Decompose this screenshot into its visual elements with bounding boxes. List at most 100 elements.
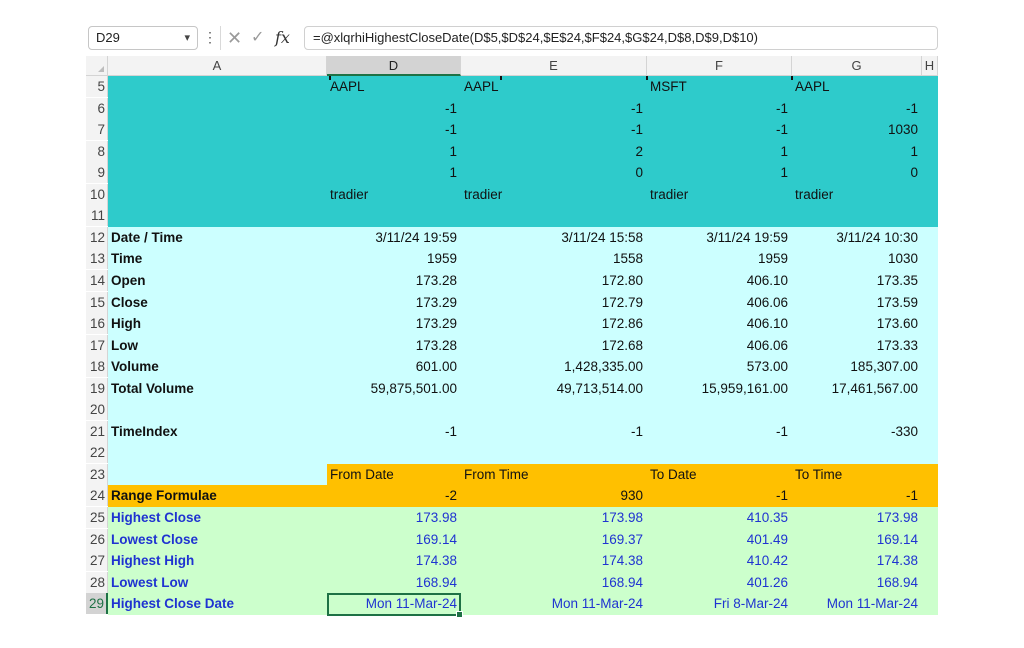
- column-header-g[interactable]: G: [792, 56, 922, 76]
- cell-a10[interactable]: [108, 184, 327, 206]
- row-header-20[interactable]: 20: [86, 399, 108, 421]
- row-header-12[interactable]: 12: [86, 226, 108, 248]
- cell-f14[interactable]: 406.10: [647, 270, 792, 292]
- cell-f26[interactable]: 401.49: [647, 529, 792, 551]
- cell-a8[interactable]: [108, 141, 327, 163]
- cell-g15[interactable]: 173.59: [792, 292, 922, 314]
- cell-a18[interactable]: Volume: [108, 356, 327, 378]
- cell-e9[interactable]: 0: [461, 162, 647, 184]
- cell-e13[interactable]: 1558: [461, 248, 647, 270]
- cell-d27[interactable]: 174.38: [327, 550, 461, 572]
- row-header-25[interactable]: 25: [86, 507, 108, 528]
- row-header-7[interactable]: 7: [86, 119, 108, 141]
- cell-d9[interactable]: 1: [327, 162, 461, 184]
- row-header-9[interactable]: 9: [86, 162, 108, 184]
- row-header-19[interactable]: 19: [86, 377, 108, 399]
- cell-d23[interactable]: From Date: [327, 464, 461, 486]
- cell-d17[interactable]: 173.28: [327, 335, 461, 357]
- cell-f12[interactable]: 3/11/24 19:59: [647, 227, 792, 249]
- cell-f7[interactable]: -1: [647, 119, 792, 141]
- cell-a27[interactable]: Highest High: [108, 550, 327, 572]
- cell-f28[interactable]: 401.26: [647, 572, 792, 594]
- cell-g25[interactable]: 173.98: [792, 507, 922, 529]
- cell-a16[interactable]: High: [108, 313, 327, 335]
- cell-e12[interactable]: 3/11/24 15:58: [461, 227, 647, 249]
- active-cell-selection[interactable]: [327, 593, 463, 618]
- row-header-10[interactable]: 10: [86, 183, 108, 205]
- row-header-21[interactable]: 21: [86, 420, 108, 442]
- cell-d26[interactable]: 169.14: [327, 529, 461, 551]
- cell-f9[interactable]: 1: [647, 162, 792, 184]
- column-header-h[interactable]: H: [922, 56, 938, 76]
- cell-e18[interactable]: 1,428,335.00: [461, 356, 647, 378]
- cell-f27[interactable]: 410.42: [647, 550, 792, 572]
- cell-e16[interactable]: 172.86: [461, 313, 647, 335]
- cell-d15[interactable]: 173.29: [327, 292, 461, 314]
- cell-f10[interactable]: tradier: [647, 184, 792, 206]
- cell-a21[interactable]: TimeIndex: [108, 421, 327, 443]
- cell-e15[interactable]: 172.79: [461, 292, 647, 314]
- row-header-26[interactable]: 26: [86, 528, 108, 550]
- row-header-18[interactable]: 18: [86, 356, 108, 378]
- cell-e23[interactable]: From Time: [461, 464, 647, 486]
- worksheet-grid[interactable]: A D E F G H 5 AAPL AAPL MSFT AAPL 6 -1 -1 -1 -1 7 -1 -1 -1 1…: [86, 56, 938, 628]
- cell-d5[interactable]: AAPL: [327, 76, 461, 98]
- row-header-5[interactable]: 5: [86, 76, 108, 97]
- cell-g9[interactable]: 0: [792, 162, 922, 184]
- cell-f15[interactable]: 406.06: [647, 292, 792, 314]
- cell-e24[interactable]: 930: [461, 485, 647, 507]
- cell-f21[interactable]: -1: [647, 421, 792, 443]
- cell-d14[interactable]: 173.28: [327, 270, 461, 292]
- cell-d25[interactable]: 173.98: [327, 507, 461, 529]
- cell-g19[interactable]: 17,461,567.00: [792, 378, 922, 400]
- cell-g24[interactable]: -1: [792, 485, 922, 507]
- column-header-a[interactable]: A: [108, 56, 327, 76]
- cell-f6[interactable]: -1: [647, 98, 792, 120]
- cell-e8[interactable]: 2: [461, 141, 647, 163]
- insert-function-icon[interactable]: fx: [275, 26, 290, 50]
- cell-g13[interactable]: 1030: [792, 248, 922, 270]
- cell-g27[interactable]: 174.38: [792, 550, 922, 572]
- cell-f13[interactable]: 1959: [647, 248, 792, 270]
- cell-e10[interactable]: tradier: [461, 184, 647, 206]
- name-box[interactable]: D29 ▾: [88, 26, 198, 50]
- cell-e25[interactable]: 173.98: [461, 507, 647, 529]
- column-header-d[interactable]: D: [327, 56, 461, 76]
- column-header-e[interactable]: E: [461, 56, 647, 76]
- cell-f5[interactable]: MSFT: [647, 76, 792, 98]
- row-header-6[interactable]: 6: [86, 97, 108, 119]
- cell-g29[interactable]: Mon 11-Mar-24: [792, 593, 922, 615]
- cell-a26[interactable]: Lowest Close: [108, 529, 327, 551]
- cell-e29[interactable]: Mon 11-Mar-24: [461, 593, 647, 615]
- cell-d19[interactable]: 59,875,501.00: [327, 378, 461, 400]
- row-header-14[interactable]: 14: [86, 269, 108, 291]
- cell-g5[interactable]: AAPL: [792, 76, 922, 98]
- cell-f8[interactable]: 1: [647, 141, 792, 163]
- cell-f24[interactable]: -1: [647, 485, 792, 507]
- cell-g10[interactable]: tradier: [792, 184, 922, 206]
- cell-d12[interactable]: 3/11/24 19:59: [327, 227, 461, 249]
- cell-d7[interactable]: -1: [327, 119, 461, 141]
- cell-g21[interactable]: -330: [792, 421, 922, 443]
- cell-g12[interactable]: 3/11/24 10:30: [792, 227, 922, 249]
- cell-e17[interactable]: 172.68: [461, 335, 647, 357]
- cell-a29[interactable]: Highest Close Date: [108, 593, 327, 615]
- cell-a24[interactable]: Range Formulae: [108, 485, 327, 507]
- row-header-15[interactable]: 15: [86, 291, 108, 313]
- cell-a14[interactable]: Open: [108, 270, 327, 292]
- cell-f17[interactable]: 406.06: [647, 335, 792, 357]
- cell-d28[interactable]: 168.94: [327, 572, 461, 594]
- column-header-f[interactable]: F: [647, 56, 792, 76]
- row-header-11[interactable]: 11: [86, 205, 108, 227]
- cell-g14[interactable]: 173.35: [792, 270, 922, 292]
- cell-a28[interactable]: Lowest Low: [108, 572, 327, 594]
- more-options-icon[interactable]: ⋮: [203, 26, 217, 50]
- cell-a25[interactable]: Highest Close: [108, 507, 327, 529]
- cell-g18[interactable]: 185,307.00: [792, 356, 922, 378]
- cell-f25[interactable]: 410.35: [647, 507, 792, 529]
- cell-f16[interactable]: 406.10: [647, 313, 792, 335]
- row-header-22[interactable]: 22: [86, 442, 108, 464]
- cell-f23[interactable]: To Date: [647, 464, 792, 486]
- cell-g26[interactable]: 169.14: [792, 529, 922, 551]
- cell-g17[interactable]: 173.33: [792, 335, 922, 357]
